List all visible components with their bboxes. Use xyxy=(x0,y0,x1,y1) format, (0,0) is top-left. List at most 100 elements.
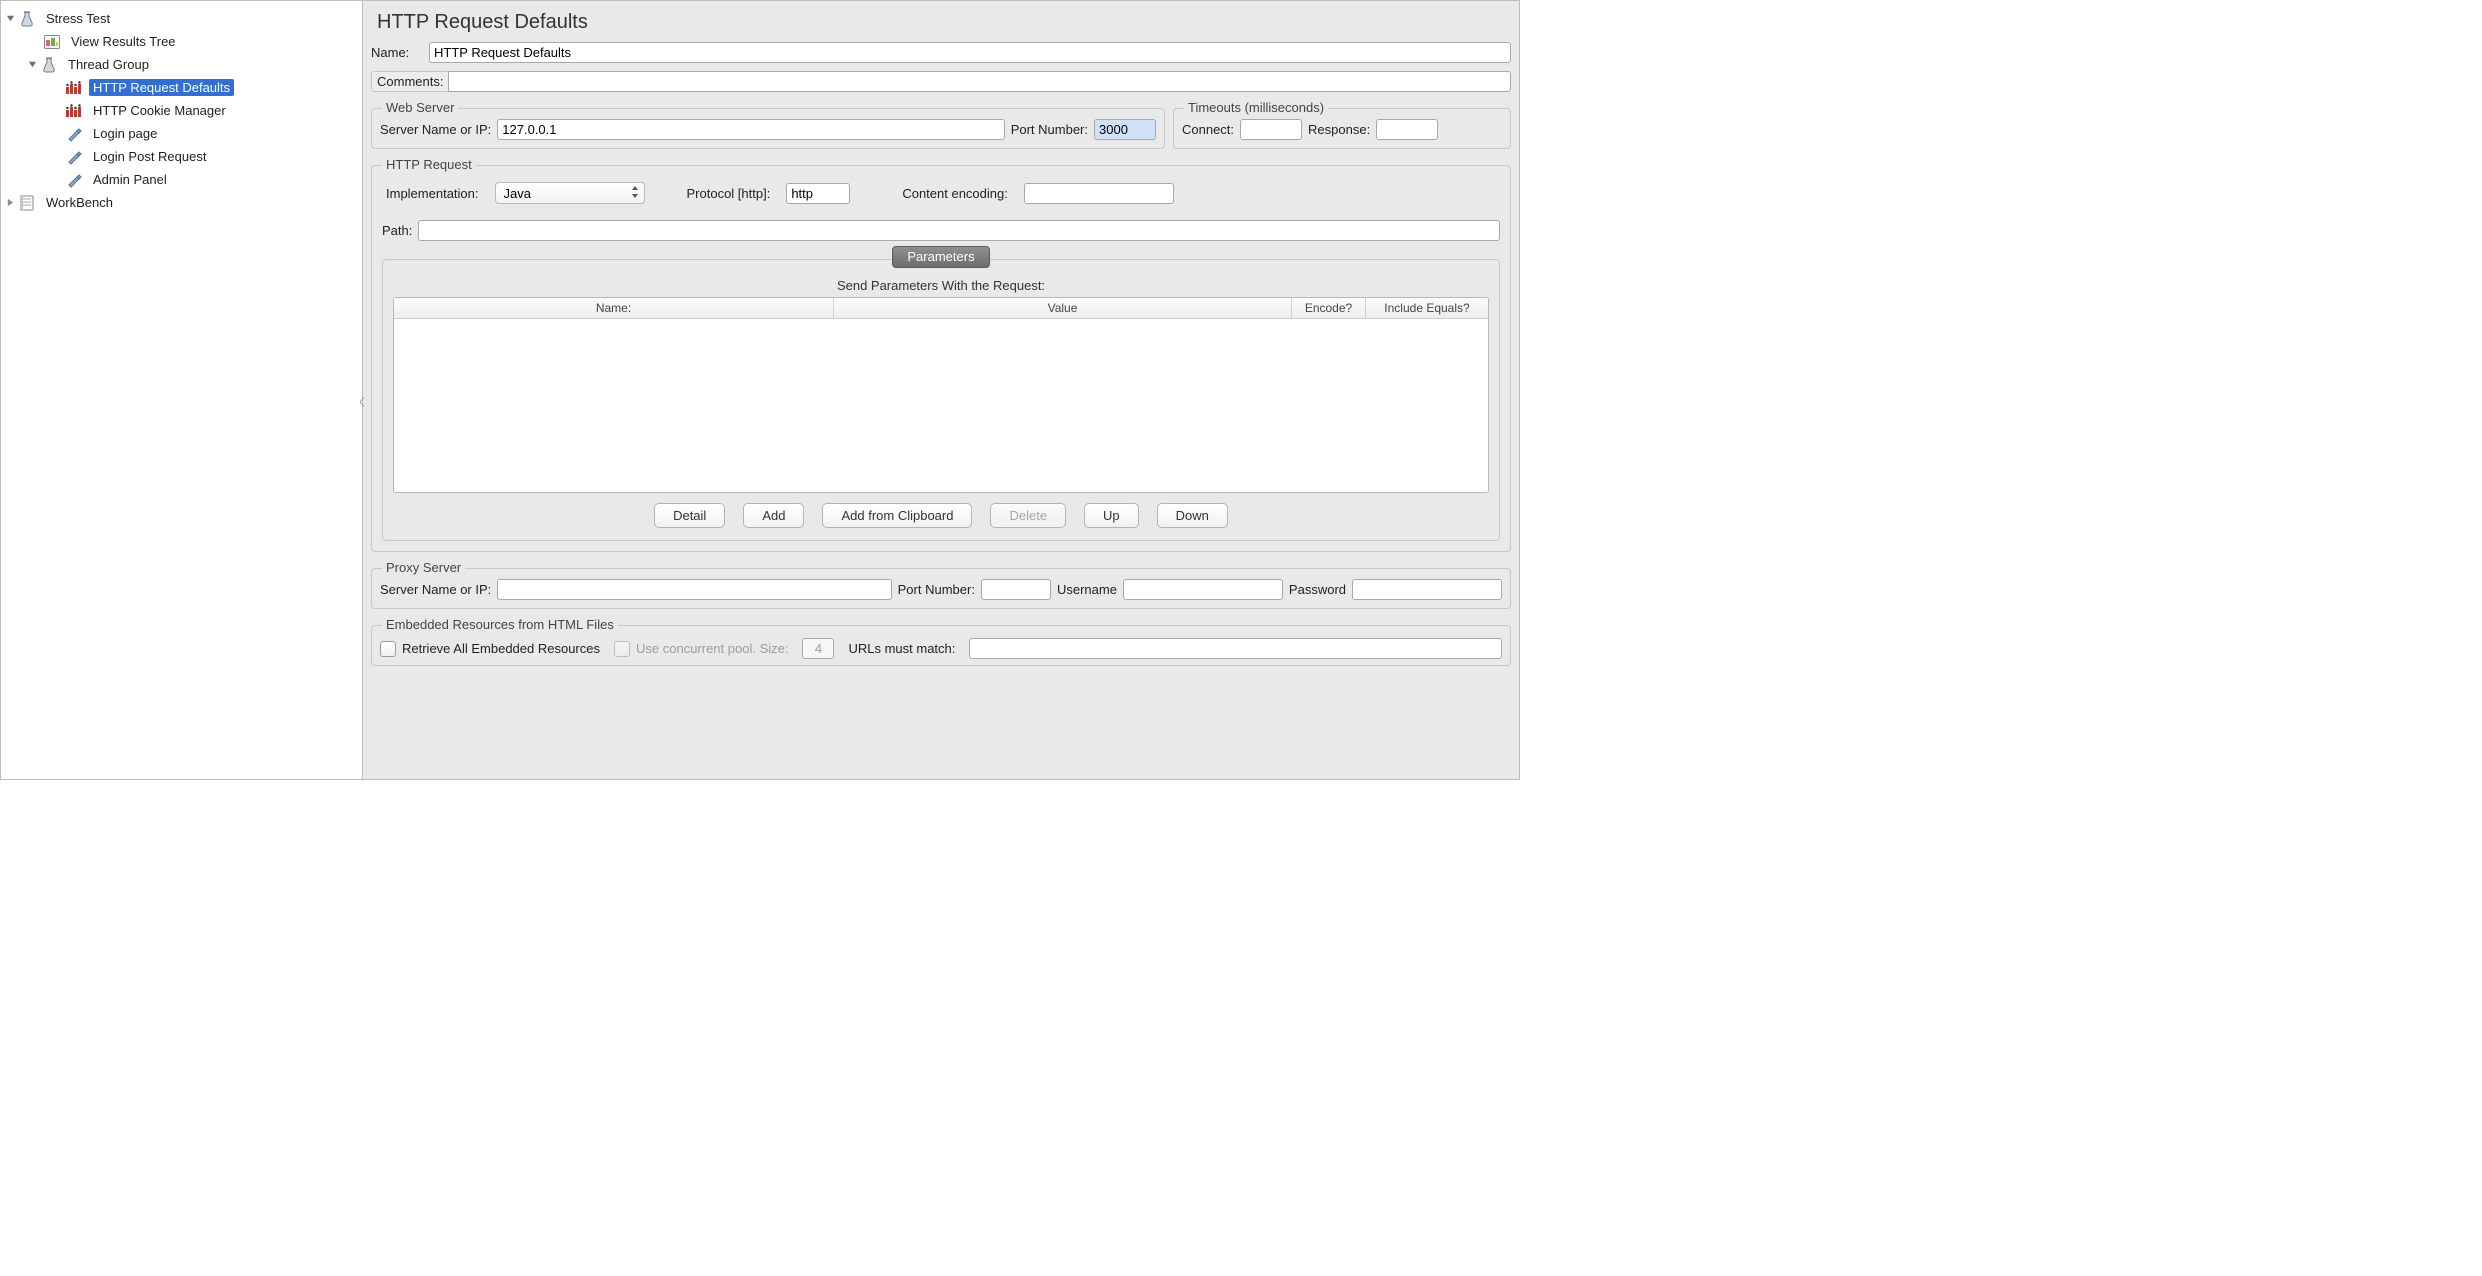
proxy-password-input[interactable] xyxy=(1352,579,1502,600)
path-label: Path: xyxy=(382,223,412,238)
connect-label: Connect: xyxy=(1182,122,1234,137)
proxy-username-input[interactable] xyxy=(1123,579,1283,600)
concurrent-pool-size-input xyxy=(802,638,834,659)
parameters-table-body[interactable] xyxy=(394,319,1488,492)
web-server-legend: Web Server xyxy=(382,100,458,115)
name-input[interactable] xyxy=(429,42,1511,63)
parameters-button-row: Detail Add Add from Clipboard Delete Up … xyxy=(383,493,1499,540)
name-row: Name: xyxy=(371,42,1511,63)
add-button[interactable]: Add xyxy=(743,503,804,528)
http-request-legend: HTTP Request xyxy=(382,157,476,172)
workbench-icon xyxy=(18,195,36,211)
app-window: Stress Test xyxy=(0,0,1520,780)
implementation-label: Implementation: xyxy=(386,186,479,201)
tree-item-workbench[interactable]: WorkBench xyxy=(1,191,362,214)
proxy-username-label: Username xyxy=(1057,582,1117,597)
disclosure-triangle-right-icon[interactable] xyxy=(5,198,15,208)
tree-item-view-results[interactable]: View Results Tree xyxy=(1,30,362,53)
content-encoding-input[interactable] xyxy=(1024,183,1174,204)
protocol-label: Protocol [http]: xyxy=(687,186,771,201)
config-inner: HTTP Request Defaults Name: Comments: We… xyxy=(363,1,1519,779)
server-name-input[interactable] xyxy=(497,119,1004,140)
tree-item-label: Admin Panel xyxy=(89,171,171,188)
tree-item-label: Login page xyxy=(89,125,161,142)
server-name-label: Server Name or IP: xyxy=(380,122,491,137)
column-include-equals[interactable]: Include Equals? xyxy=(1366,298,1488,318)
retrieve-all-label: Retrieve All Embedded Resources xyxy=(402,641,600,656)
tree-item-admin-panel[interactable]: Admin Panel xyxy=(1,168,362,191)
implementation-select[interactable]: Java xyxy=(495,182,645,204)
name-label: Name: xyxy=(371,45,423,60)
comments-input[interactable] xyxy=(448,71,1511,92)
results-tree-icon xyxy=(43,34,61,50)
config-element-icon xyxy=(65,103,83,119)
tree-item-label: Stress Test xyxy=(42,10,114,27)
tree-item-label: Login Post Request xyxy=(89,148,210,165)
concurrent-pool-checkbox-wrap: Use concurrent pool. Size: xyxy=(614,641,788,657)
parameters-title: Send Parameters With the Request: xyxy=(383,268,1499,297)
checkbox-icon xyxy=(614,641,630,657)
down-button[interactable]: Down xyxy=(1157,503,1228,528)
parameters-section: Parameters Send Parameters With the Requ… xyxy=(382,259,1500,541)
comments-row: Comments: xyxy=(371,71,1511,92)
urls-must-match-label: URLs must match: xyxy=(848,641,955,656)
tree-item-label: HTTP Cookie Manager xyxy=(89,102,230,119)
timeouts-group: Timeouts (milliseconds) Connect: Respons… xyxy=(1173,108,1511,149)
retrieve-all-checkbox-wrap[interactable]: Retrieve All Embedded Resources xyxy=(380,641,600,657)
sampler-icon xyxy=(65,149,83,165)
connect-input[interactable] xyxy=(1240,119,1302,140)
path-input[interactable] xyxy=(418,220,1500,241)
tree-item-http-request-defaults[interactable]: HTTP Request Defaults xyxy=(1,76,362,99)
embedded-resources-group: Embedded Resources from HTML Files Retri… xyxy=(371,625,1511,666)
sampler-icon xyxy=(65,172,83,188)
tree-item-label: Thread Group xyxy=(64,56,153,73)
response-label: Response: xyxy=(1308,122,1370,137)
proxy-password-label: Password xyxy=(1289,582,1346,597)
response-input[interactable] xyxy=(1376,119,1438,140)
tree-item-label: HTTP Request Defaults xyxy=(89,79,234,96)
checkbox-icon[interactable] xyxy=(380,641,396,657)
urls-must-match-input[interactable] xyxy=(969,638,1502,659)
port-number-input[interactable] xyxy=(1094,119,1156,140)
tree-item-cookie-manager[interactable]: HTTP Cookie Manager xyxy=(1,99,362,122)
port-number-label: Port Number: xyxy=(1011,122,1088,137)
parameters-table-header: Name: Value Encode? Include Equals? xyxy=(394,298,1488,319)
tree-item-login-post[interactable]: Login Post Request xyxy=(1,145,362,168)
test-plan-icon xyxy=(18,11,36,27)
up-button[interactable]: Up xyxy=(1084,503,1139,528)
disclosure-triangle-down-icon[interactable] xyxy=(5,14,15,24)
sampler-icon xyxy=(65,126,83,142)
tree-item-login-page[interactable]: Login page xyxy=(1,122,362,145)
config-panel: HTTP Request Defaults Name: Comments: We… xyxy=(363,1,1519,779)
tree-item-thread-group[interactable]: Thread Group xyxy=(1,53,362,76)
tree-item-label: WorkBench xyxy=(42,194,117,211)
comments-label: Comments: xyxy=(371,71,448,92)
splitter-handle-icon[interactable] xyxy=(360,395,368,405)
protocol-input[interactable] xyxy=(786,183,850,204)
column-name[interactable]: Name: xyxy=(394,298,834,318)
concurrent-pool-label: Use concurrent pool. Size: xyxy=(636,641,788,656)
add-from-clipboard-button[interactable]: Add from Clipboard xyxy=(822,503,972,528)
proxy-server-group: Proxy Server Server Name or IP: Port Num… xyxy=(371,568,1511,609)
column-encode[interactable]: Encode? xyxy=(1292,298,1366,318)
parameters-tab[interactable]: Parameters xyxy=(892,246,989,268)
implementation-select-wrap: Java xyxy=(495,182,645,204)
tree-item-stress-test[interactable]: Stress Test xyxy=(1,7,362,30)
detail-button[interactable]: Detail xyxy=(654,503,725,528)
tree-panel: Stress Test xyxy=(1,1,363,779)
delete-button[interactable]: Delete xyxy=(990,503,1066,528)
column-value[interactable]: Value xyxy=(834,298,1292,318)
thread-group-icon xyxy=(40,57,58,73)
disclosure-triangle-down-icon[interactable] xyxy=(27,60,37,70)
embedded-resources-legend: Embedded Resources from HTML Files xyxy=(382,617,618,632)
proxy-server-name-input[interactable] xyxy=(497,579,891,600)
web-server-group: Web Server Server Name or IP: Port Numbe… xyxy=(371,108,1165,149)
content-encoding-label: Content encoding: xyxy=(902,186,1008,201)
proxy-port-label: Port Number: xyxy=(898,582,975,597)
tree-item-label: View Results Tree xyxy=(67,33,180,50)
proxy-server-legend: Proxy Server xyxy=(382,560,465,575)
parameters-table[interactable]: Name: Value Encode? Include Equals? xyxy=(393,297,1489,493)
tree: Stress Test xyxy=(1,7,362,214)
proxy-server-name-label: Server Name or IP: xyxy=(380,582,491,597)
proxy-port-input[interactable] xyxy=(981,579,1051,600)
